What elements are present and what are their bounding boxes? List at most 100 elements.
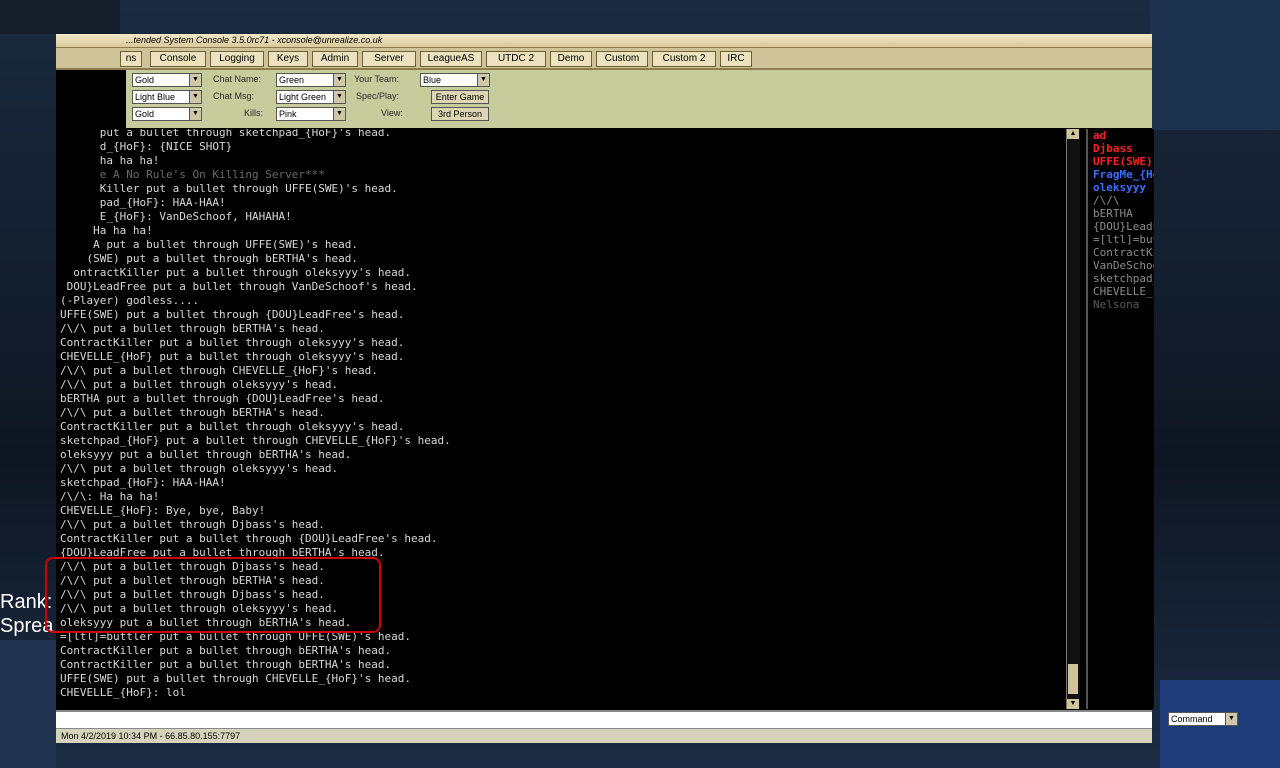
options-panel: Gold ▼ Light Blue ▼ Gold ▼ Chat Name: Green… [126, 70, 1152, 128]
tab-demo[interactable]: Demo [550, 51, 592, 67]
status-bar: Mon 4/2/2019 10:34 PM - 66.85.80.155:779… [56, 728, 1152, 743]
spec-play-label: Spec/Play: [356, 91, 400, 101]
log-line: d_{HoF}: {NICE SHOT} [60, 140, 233, 153]
color-select-3[interactable]: Gold ▼ [132, 107, 202, 121]
log-line: ContractKiller put a bullet through bERT… [60, 644, 392, 657]
log-line: ContractKiller put a bullet through olek… [60, 336, 405, 349]
chat-msg-label: Chat Msg: [213, 91, 255, 101]
console-window: ...tended System Console 3.5.0rc71 - xco… [56, 34, 1238, 743]
player-list-item[interactable]: bERTHA [1093, 207, 1133, 220]
tab-server[interactable]: Server [362, 51, 416, 67]
log-line: /\/\ put a bullet through oleksyyy's hea… [60, 378, 339, 391]
player-list-item[interactable]: /\/\ [1093, 194, 1120, 207]
view-label: View: [381, 108, 403, 118]
log-line: /\/\ put a bullet through bERTHA's head. [60, 406, 325, 419]
background-wall [1150, 0, 1280, 130]
log-line: UFFE(SWE) put a bullet through {DOU}Lead… [60, 308, 405, 321]
scroll-thumb[interactable] [1068, 664, 1078, 694]
command-bar [56, 710, 1164, 730]
log-line: /\/\ put a bullet through CHEVELLE_{HoF}… [60, 364, 378, 377]
log-line: ContractKiller put a bullet through {DOU… [60, 532, 438, 545]
player-list-item[interactable]: VanDeSchoof [1093, 259, 1154, 272]
player-list-item[interactable]: Nelsona [1093, 298, 1139, 311]
log-scrollbar[interactable]: ▲ ▼ [1066, 129, 1080, 709]
color-select-2-value: Light Blue [135, 92, 176, 102]
enter-game-button[interactable]: Enter Game [431, 90, 489, 104]
log-line: e A No Rule's On Killing Server*** [60, 168, 325, 181]
player-list-item[interactable]: FragMe_{HoF} [1093, 168, 1154, 181]
kills-value: Pink [279, 109, 297, 119]
log-line: Ha ha ha! [60, 224, 153, 237]
log-line: ontractKiller put a bullet through oleks… [60, 266, 411, 279]
tab-admin[interactable]: Admin [312, 51, 358, 67]
log-line: UFFE(SWE) put a bullet through CHEVELLE_… [60, 672, 411, 685]
title-bar[interactable]: ...tended System Console 3.5.0rc71 - xco… [56, 34, 1152, 48]
color-select-1-value: Gold [135, 75, 155, 85]
chat-name-select[interactable]: Green ▼ [276, 73, 346, 87]
tab-irc[interactable]: IRC [720, 51, 752, 67]
player-list-item[interactable]: ad [1093, 129, 1106, 142]
log-line: /\/\: Ha ha ha! [60, 490, 160, 503]
player-list-item[interactable]: oleksyyy [1093, 181, 1146, 194]
log-line: /\/\ put a bullet through oleksyyy's hea… [60, 462, 339, 475]
player-list-item[interactable]: CHEVELLE_{HoF} [1093, 285, 1154, 298]
log-line: sketchpad_{HoF}: HAA-HAA! [60, 476, 226, 489]
tab-keys[interactable]: Keys [268, 51, 308, 67]
scroll-up-icon[interactable]: ▲ [1067, 129, 1079, 139]
status-text: Mon 4/2/2019 10:34 PM - 66.85.80.155:779… [61, 731, 241, 741]
dropdown-arrow-icon: ▼ [333, 91, 345, 103]
tab-custom-2[interactable]: Custom 2 [652, 51, 716, 67]
log-line: CHEVELLE_{HoF}: Bye, bye, Baby! [60, 504, 266, 517]
background-wall [0, 0, 120, 34]
log-line: sketchpad_{HoF} put a bullet through CHE… [60, 434, 451, 447]
player-list-item[interactable]: ContractKiller [1093, 246, 1154, 259]
background-wall [0, 640, 56, 768]
player-list-item[interactable]: =[ltl]=buttler [1093, 233, 1154, 246]
your-team-label: Your Team: [354, 74, 400, 84]
log-line: DOU}LeadFree put a bullet through VanDeS… [60, 280, 418, 293]
scroll-down-icon[interactable]: ▼ [1067, 699, 1079, 709]
color-select-3-value: Gold [135, 109, 155, 119]
log-line: bERTHA put a bullet through {DOU}LeadFre… [60, 392, 385, 405]
dropdown-arrow-icon: ▼ [1225, 713, 1237, 725]
dropdown-arrow-icon: ▼ [189, 91, 201, 103]
log-line: /\/\ put a bullet through Djbass's head. [60, 518, 325, 531]
chat-name-value: Green [279, 75, 305, 85]
chat-name-label: Chat Name: [213, 74, 262, 84]
log-line: E_{HoF}: VanDeSchoof, HAHAHA! [60, 210, 292, 223]
log-line: CHEVELLE_{HoF}: lol [60, 686, 186, 699]
tab-custom[interactable]: Custom [596, 51, 648, 67]
log-line: put a bullet through sketchpad_{HoF}'s h… [60, 129, 392, 139]
chat-msg-select[interactable]: Light Green ▼ [276, 90, 346, 104]
your-team-select[interactable]: Blue ▼ [420, 73, 490, 87]
tab-row: ns Console Logging Keys Admin Server Lea… [56, 48, 1152, 70]
window-title: ...tended System Console 3.5.0rc71 - xco… [126, 35, 383, 45]
player-list-item[interactable]: {DOU}LeadFree [1093, 220, 1154, 233]
tab-leagueas[interactable]: LeagueAS [420, 51, 482, 67]
player-list-item[interactable]: UFFE(SWE) [1093, 155, 1153, 168]
player-list-item[interactable]: Djbass [1093, 142, 1133, 155]
log-line: (-Player) godless.... [60, 294, 200, 307]
log-line: oleksyyy put a bullet through bERTHA's h… [60, 448, 352, 461]
tab-options[interactable]: ns [120, 51, 142, 67]
log-line: /\/\ put a bullet through bERTHA's head. [60, 322, 325, 335]
log-line: A put a bullet through UFFE(SWE)'s head. [60, 238, 359, 251]
log-line: (SWE) put a bullet through bERTHA's head… [60, 252, 359, 265]
player-list-item[interactable]: sketchpad_{HoF} [1093, 272, 1154, 285]
dropdown-arrow-icon: ▼ [333, 108, 345, 120]
dropdown-arrow-icon: ▼ [189, 74, 201, 86]
dropdown-arrow-icon: ▼ [477, 74, 489, 86]
command-mode-select[interactable]: Command ▼ [1168, 712, 1238, 726]
log-line: Killer put a bullet through UFFE(SWE)'s … [60, 182, 398, 195]
color-select-2[interactable]: Light Blue ▼ [132, 90, 202, 104]
log-line: ContractKiller put a bullet through olek… [60, 420, 405, 433]
tab-logging[interactable]: Logging [210, 51, 264, 67]
tab-console[interactable]: Console [150, 51, 206, 67]
dropdown-arrow-icon: ▼ [189, 108, 201, 120]
chat-msg-value: Light Green [279, 92, 327, 102]
kills-select[interactable]: Pink ▼ [276, 107, 346, 121]
your-team-value: Blue [423, 75, 442, 85]
tab-utdc2[interactable]: UTDC 2 [486, 51, 546, 67]
color-select-1[interactable]: Gold ▼ [132, 73, 202, 87]
view-mode-button[interactable]: 3rd Person [431, 107, 489, 121]
